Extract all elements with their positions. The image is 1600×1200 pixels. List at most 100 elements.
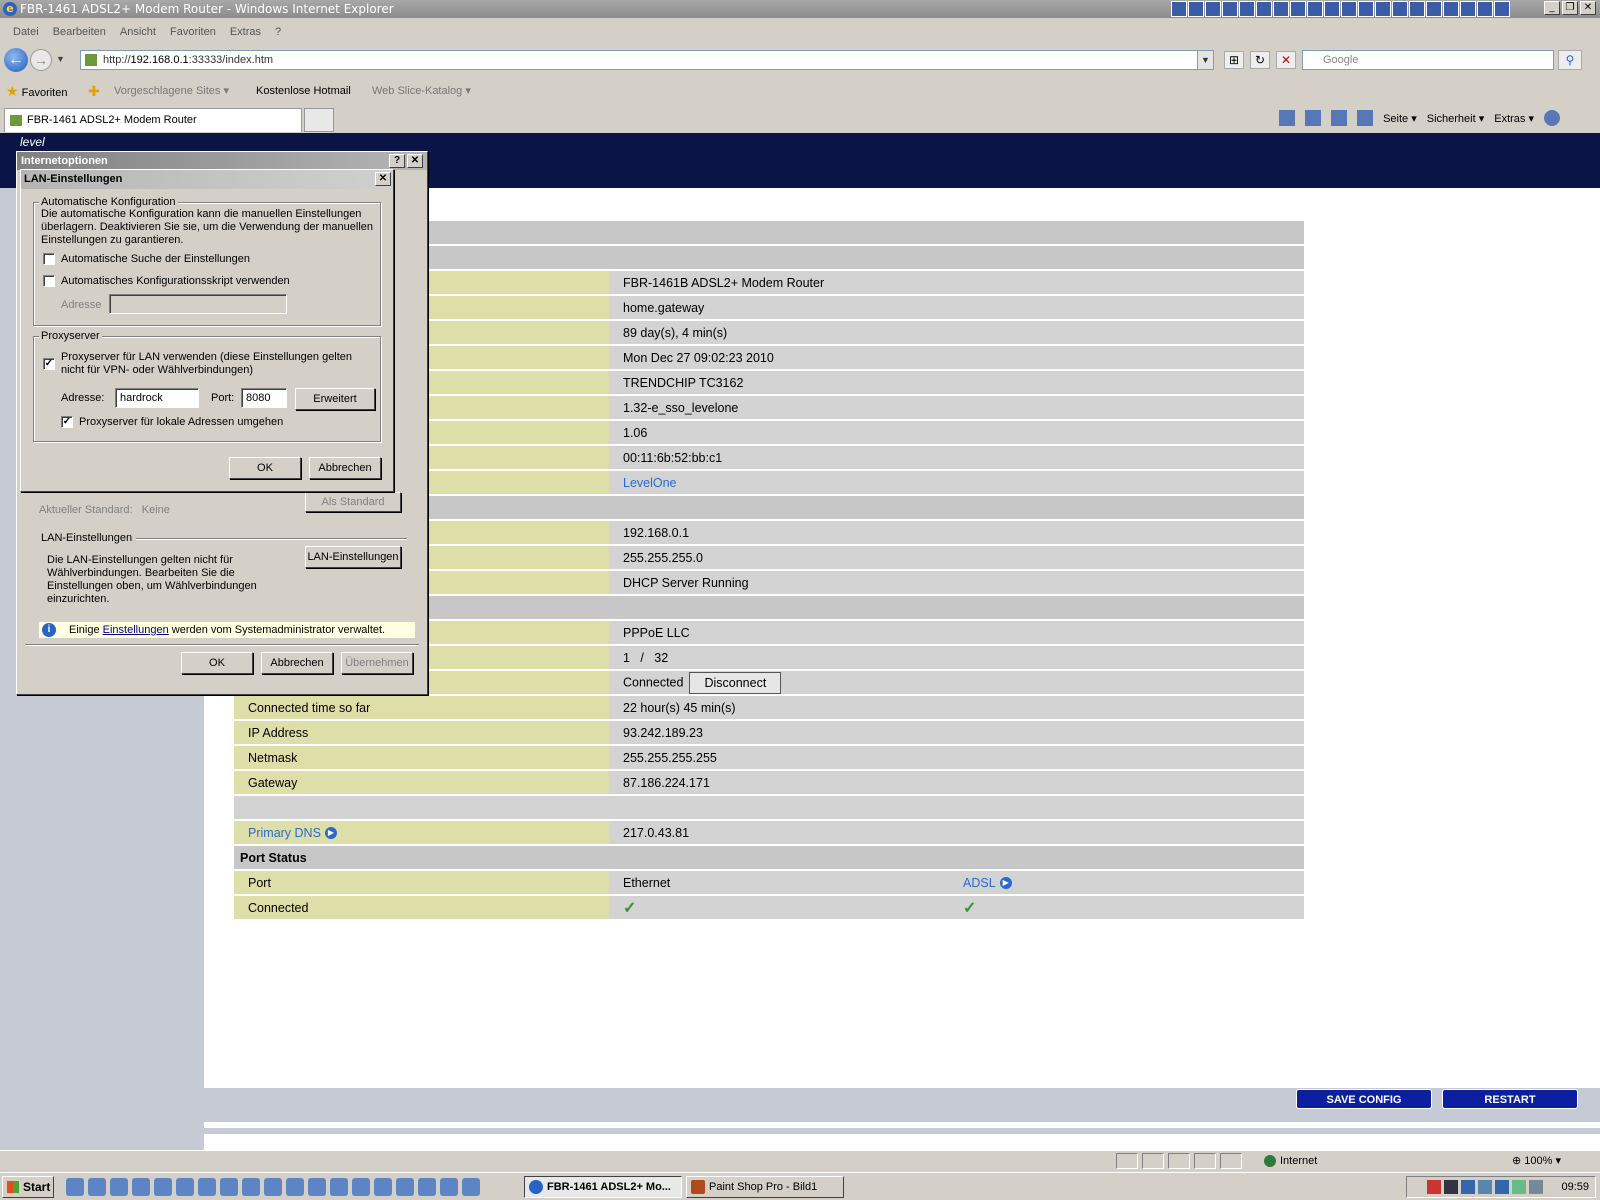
task-ie[interactable]: FBR-1461 ADSL2+ Mo...	[524, 1176, 682, 1198]
task-paint-shop[interactable]: Paint Shop Pro - Bild1	[686, 1176, 844, 1198]
quicklaunch-icon[interactable]	[286, 1178, 304, 1196]
ok-button[interactable]: OK	[229, 457, 301, 479]
toolbar-app-icon[interactable]	[1307, 1, 1323, 17]
quicklaunch-icon[interactable]	[264, 1178, 282, 1196]
toolbar-app-icon[interactable]	[1460, 1, 1476, 17]
arrow-right-icon[interactable]: ▶	[324, 827, 337, 840]
new-tab-button[interactable]	[304, 108, 334, 132]
menu-favorites[interactable]: Favoriten	[163, 22, 223, 42]
toolbar-app-icon[interactable]	[1409, 1, 1425, 17]
toolbar-app-icon[interactable]	[1494, 1, 1510, 17]
close-button[interactable]: ✕	[407, 154, 423, 168]
set-default-button[interactable]: Als Standard	[305, 492, 401, 512]
quicklaunch-icon[interactable]	[66, 1178, 84, 1196]
toolbar-app-icon[interactable]	[1205, 1, 1221, 17]
stop-icon[interactable]: ✕	[1276, 51, 1296, 69]
tab-router[interactable]: FBR-1461 ADSL2+ Modem Router	[4, 108, 302, 132]
adsl-link[interactable]: ADSL	[963, 876, 996, 890]
help-button[interactable]: ?	[389, 154, 405, 168]
start-button[interactable]: Start	[2, 1176, 54, 1198]
quicklaunch-icon[interactable]	[396, 1178, 414, 1196]
close-button[interactable]: ✕	[1580, 1, 1596, 15]
toolbar-app-icon[interactable]	[1171, 1, 1187, 17]
toolbar-app-icon[interactable]	[1477, 1, 1493, 17]
toolbar-app-icon[interactable]	[1358, 1, 1374, 17]
menu-view[interactable]: Ansicht	[113, 22, 163, 42]
tray-icon[interactable]	[1495, 1180, 1509, 1194]
proxy-port-input[interactable]: 8080	[241, 388, 287, 408]
search-icon[interactable]: ⚲	[1558, 50, 1582, 70]
forward-button[interactable]: →	[30, 49, 52, 71]
mail-icon[interactable]	[1331, 110, 1348, 126]
search-input[interactable]: Google	[1302, 50, 1554, 70]
proxy-address-input[interactable]: hardrock	[115, 388, 199, 408]
toolbar-app-icon[interactable]	[1341, 1, 1357, 17]
maximize-button[interactable]: ❐	[1562, 1, 1578, 15]
minimize-button[interactable]: _	[1544, 1, 1560, 15]
ok-button[interactable]: OK	[181, 652, 253, 674]
add-favorite-icon[interactable]: ✚	[88, 80, 100, 102]
use-proxy-checkbox[interactable]: ✓	[43, 358, 55, 370]
clock[interactable]: 09:59	[1561, 1177, 1589, 1197]
menu-edit[interactable]: Bearbeiten	[46, 22, 113, 42]
tray-icon[interactable]	[1427, 1180, 1441, 1194]
quicklaunch-icon[interactable]	[440, 1178, 458, 1196]
home-icon[interactable]	[1279, 110, 1296, 126]
save-config-button[interactable]: SAVE CONFIG	[1296, 1089, 1432, 1109]
quicklaunch-icon[interactable]	[330, 1178, 348, 1196]
quicklaunch-icon[interactable]	[308, 1178, 326, 1196]
disconnect-button[interactable]: Disconnect	[689, 671, 782, 694]
apply-button[interactable]: Übernehmen	[341, 652, 413, 674]
cmd-security[interactable]: Sicherheit ▾	[1427, 110, 1485, 128]
security-zone[interactable]: Internet	[1264, 1151, 1317, 1171]
cancel-button[interactable]: Abbrechen	[261, 652, 333, 674]
bypass-local-checkbox[interactable]: ✓	[61, 416, 73, 428]
quicklaunch-icon[interactable]	[132, 1178, 150, 1196]
tray-icon[interactable]	[1478, 1180, 1492, 1194]
zoom-level[interactable]: ⊕ 100% ▾	[1512, 1151, 1561, 1171]
restart-button[interactable]: RESTART	[1442, 1089, 1578, 1109]
tray-icon[interactable]	[1444, 1180, 1458, 1194]
menu-help[interactable]: ?	[268, 22, 288, 42]
quicklaunch-icon[interactable]	[352, 1178, 370, 1196]
auto-script-checkbox[interactable]	[43, 275, 55, 287]
toolbar-app-icon[interactable]	[1188, 1, 1204, 17]
cancel-button[interactable]: Abbrechen	[309, 457, 381, 479]
compatibility-icon[interactable]: ⊞	[1224, 51, 1244, 69]
toolbar-app-icon[interactable]	[1375, 1, 1391, 17]
toolbar-app-icon[interactable]	[1443, 1, 1459, 17]
address-field[interactable]: http://192.168.0.1:33333/index.htm ▼	[80, 50, 1214, 70]
quicklaunch-icon[interactable]	[198, 1178, 216, 1196]
fav-item-suggested-sites[interactable]: Vorgeschlagene Sites ▾	[114, 80, 229, 102]
fav-item-web-slice[interactable]: Web Slice-Katalog ▾	[372, 80, 471, 102]
address-dropdown-icon[interactable]: ▼	[1197, 51, 1213, 69]
cmd-tools[interactable]: Extras ▾	[1494, 110, 1534, 128]
quicklaunch-icon[interactable]	[220, 1178, 238, 1196]
menu-file[interactable]: Datei	[6, 22, 46, 42]
tray-icon[interactable]	[1512, 1180, 1526, 1194]
print-icon[interactable]	[1357, 110, 1374, 126]
toolbar-app-icon[interactable]	[1273, 1, 1289, 17]
tray-icon[interactable]	[1461, 1180, 1475, 1194]
tray-icon[interactable]	[1529, 1180, 1543, 1194]
help-icon[interactable]	[1544, 110, 1560, 126]
toolbar-app-icon[interactable]	[1239, 1, 1255, 17]
toolbar-app-icon[interactable]	[1324, 1, 1340, 17]
quicklaunch-icon[interactable]	[154, 1178, 172, 1196]
quicklaunch-icon[interactable]	[462, 1178, 480, 1196]
quicklaunch-icon[interactable]	[176, 1178, 194, 1196]
vendor-link[interactable]: LevelOne	[623, 476, 677, 490]
quicklaunch-icon[interactable]	[374, 1178, 392, 1196]
advanced-button[interactable]: Erweitert	[295, 388, 375, 410]
refresh-icon[interactable]: ↻	[1250, 51, 1270, 69]
toolbar-app-icon[interactable]	[1290, 1, 1306, 17]
menu-tools[interactable]: Extras	[223, 22, 268, 42]
quicklaunch-icon[interactable]	[242, 1178, 260, 1196]
feeds-icon[interactable]	[1305, 110, 1322, 126]
cmd-page[interactable]: Seite ▾	[1383, 110, 1417, 128]
toolbar-app-icon[interactable]	[1256, 1, 1272, 17]
toolbar-app-icon[interactable]	[1392, 1, 1408, 17]
back-button[interactable]: ←	[4, 48, 28, 72]
favorites-button[interactable]: ★ Favoriten	[6, 80, 67, 104]
info-settings-link[interactable]: Einstellungen	[103, 624, 169, 636]
